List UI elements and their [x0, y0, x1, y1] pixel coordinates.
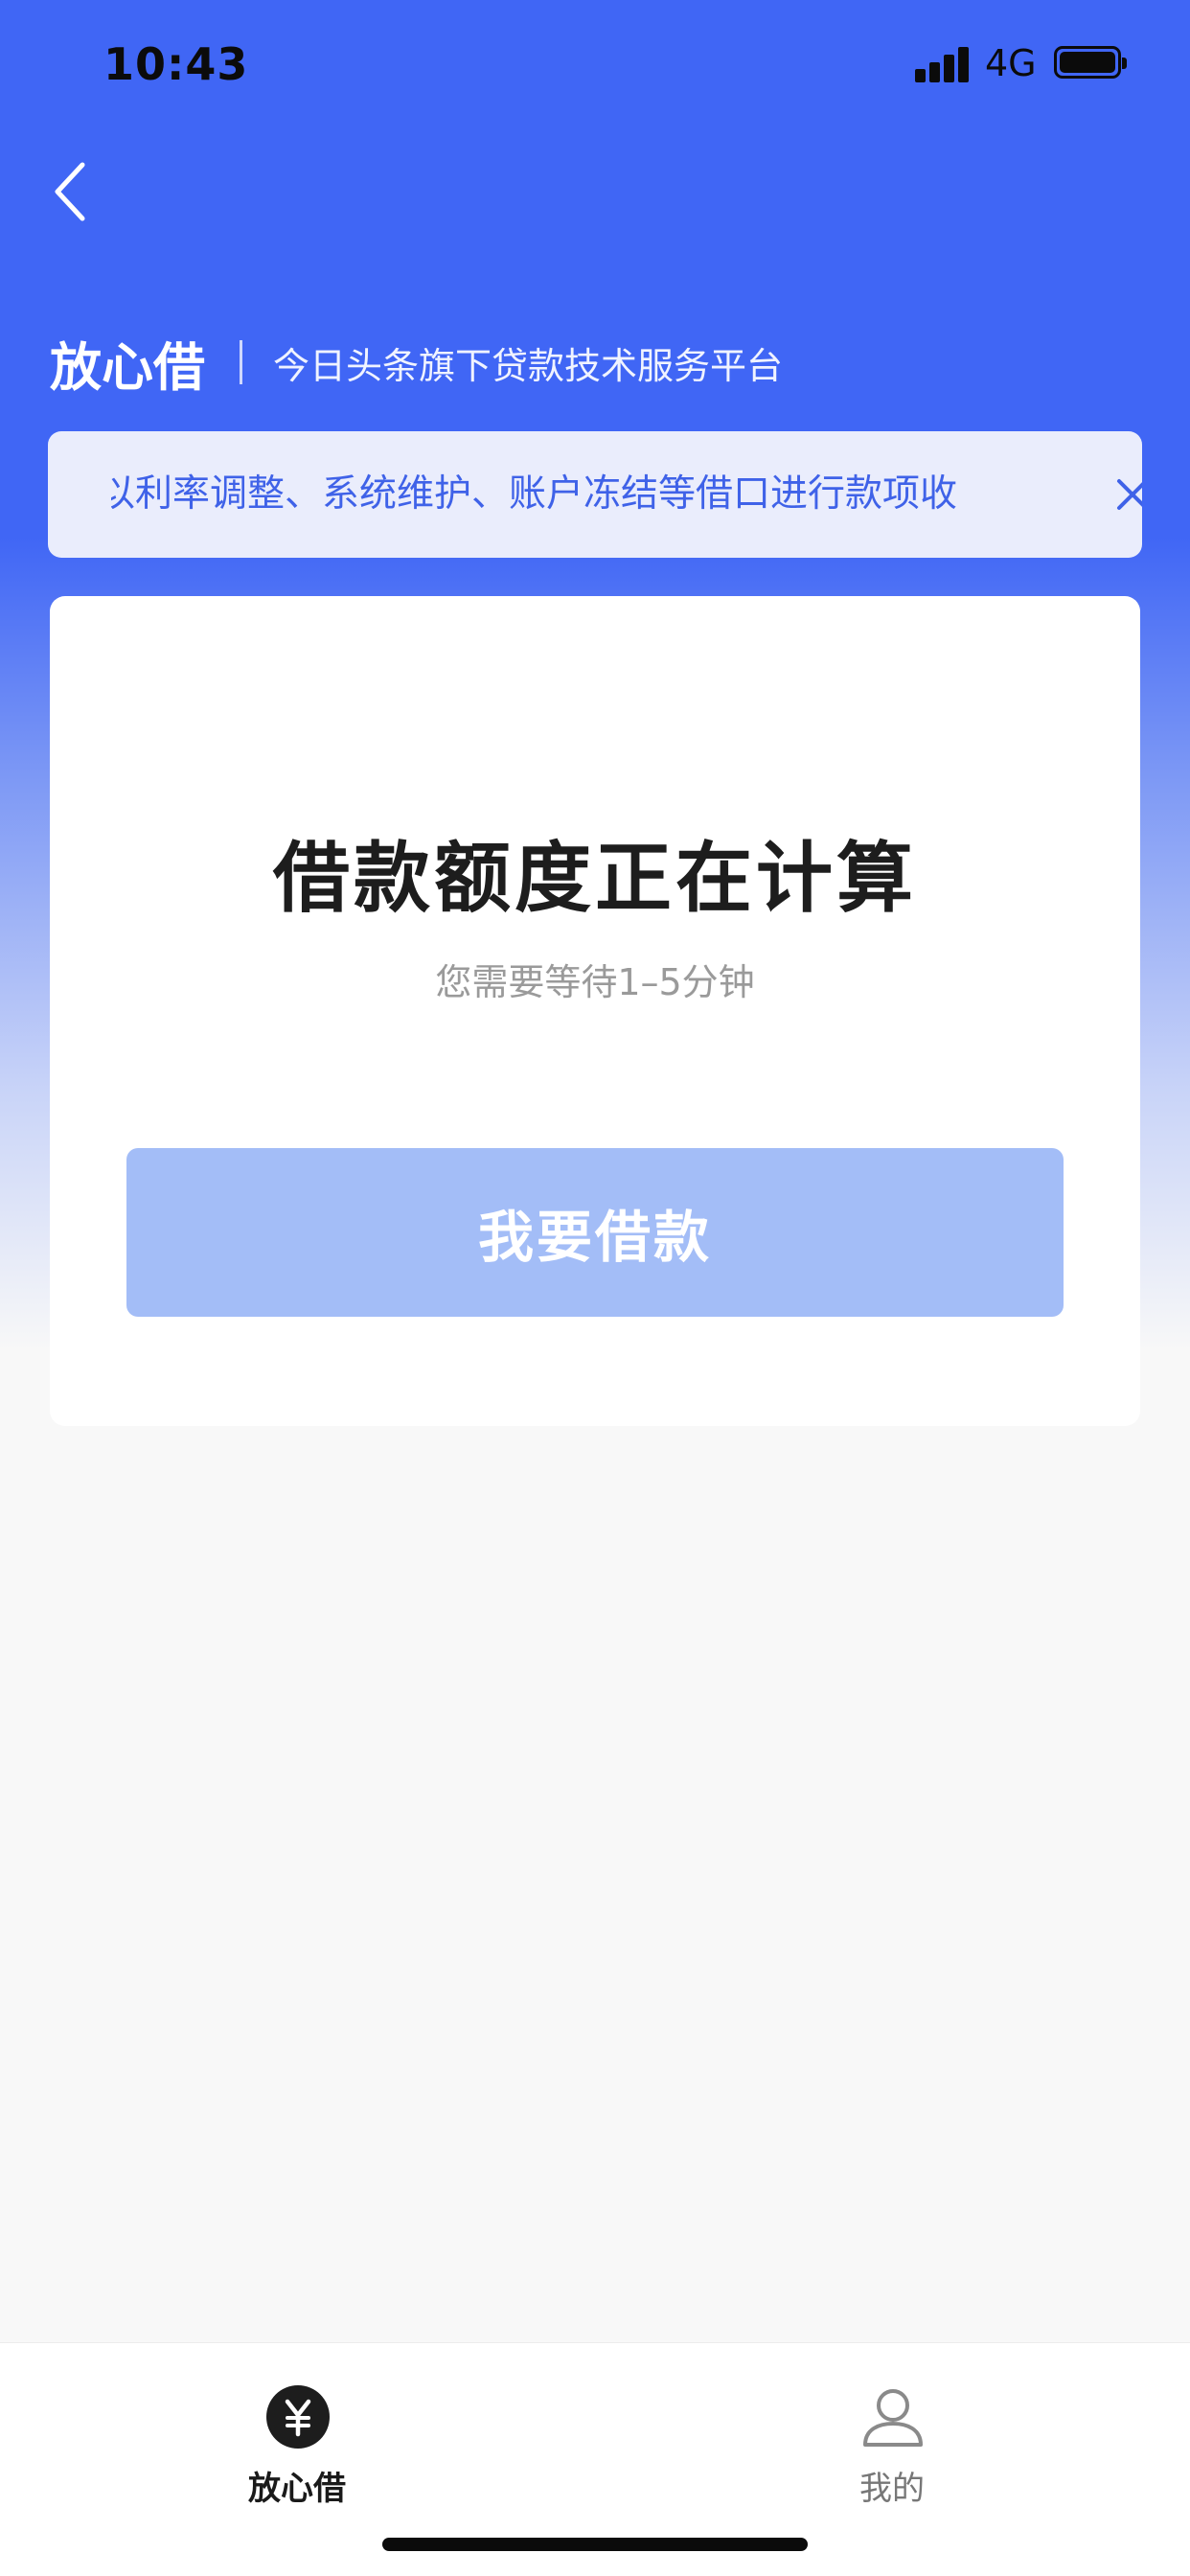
- status-time: 10:43: [103, 38, 249, 90]
- signal-icon: [915, 44, 973, 82]
- tab-mine-label: 我的: [859, 2470, 925, 2508]
- yuan-icon: [266, 2385, 330, 2449]
- card-title: 借款额度正在计算: [273, 834, 917, 923]
- tab-home[interactable]: 放心借: [153, 2362, 441, 2516]
- brand-header: 放心借 今日头条旗下贷款技术服务平台: [50, 324, 783, 401]
- brand-name: 放心借: [50, 336, 205, 398]
- notice-bar: 以利率调整、系统维护、账户冻结等借口进行款项收: [48, 431, 1142, 558]
- credit-calculation-card: 借款额度正在计算 您需要等待1–5分钟 我要借款: [50, 596, 1140, 1426]
- notice-marquee: 以利率调整、系统维护、账户冻结等借口进行款项收: [111, 431, 1079, 558]
- close-icon: [1117, 479, 1142, 510]
- tab-home-label: 放心借: [248, 2470, 346, 2508]
- brand-tagline: 今日头条旗下贷款技术服务平台: [273, 344, 784, 387]
- notice-close-button[interactable]: [1108, 470, 1142, 519]
- network-label: 4G: [985, 42, 1037, 84]
- battery-icon: [1054, 46, 1127, 79]
- brand-divider: [240, 340, 242, 384]
- status-bar: 10:43 4G: [0, 0, 1190, 134]
- back-button[interactable]: [44, 153, 102, 230]
- tab-mine[interactable]: 我的: [748, 2362, 1036, 2516]
- chevron-left-icon: [55, 162, 85, 221]
- notice-text: 以利率调整、系统维护、账户冻结等借口进行款项收: [111, 472, 958, 516]
- card-subtitle: 您需要等待1–5分钟: [435, 961, 755, 1003]
- borrow-button[interactable]: 我要借款: [126, 1148, 1064, 1317]
- user-icon: [863, 2389, 923, 2447]
- home-indicator: [382, 2538, 808, 2551]
